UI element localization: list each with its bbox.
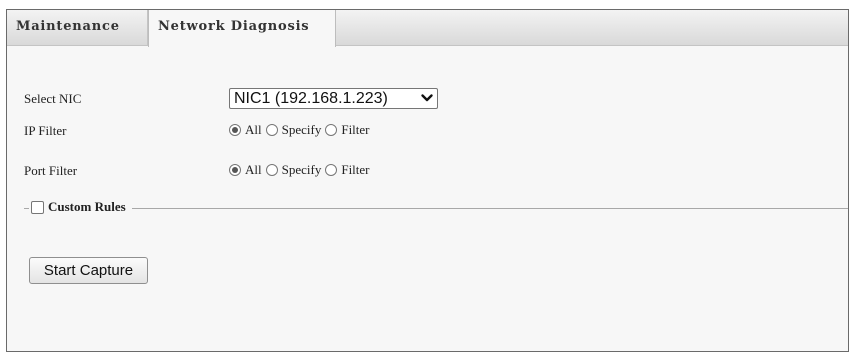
start-capture-button[interactable]: Start Capture	[29, 257, 148, 284]
ip-filter-filter-radio[interactable]	[325, 124, 338, 136]
ip-filter-label: IP Filter	[24, 123, 67, 138]
ip-filter-filter-label: Filter	[341, 122, 370, 137]
custom-rules-legend: Custom Rules	[29, 199, 132, 215]
tab-maintenance[interactable]: Maintenance	[7, 10, 148, 46]
network-diagnosis-panel: Maintenance Network Diagnosis Select NIC…	[6, 9, 849, 352]
tab-network-diagnosis[interactable]: Network Diagnosis	[148, 10, 336, 47]
tab-bar: Maintenance Network Diagnosis	[7, 10, 848, 47]
ip-filter-all-radio[interactable]	[229, 124, 241, 136]
custom-rules-divider	[24, 208, 848, 209]
port-filter-all-radio[interactable]	[229, 164, 241, 176]
port-filter-group: All Specify Filter	[229, 162, 374, 178]
nic-select-value: NIC1 (192.168.1.223)	[234, 90, 388, 107]
custom-rules-label: Custom Rules	[48, 199, 126, 214]
custom-rules-checkbox[interactable]	[31, 200, 44, 214]
ip-filter-group: All Specify Filter	[229, 122, 374, 138]
ip-filter-all-label: All	[245, 122, 262, 137]
port-filter-filter-label: Filter	[341, 162, 370, 177]
select-nic-label: Select NIC	[24, 91, 82, 106]
port-filter-all-label: All	[245, 162, 262, 177]
nic-select[interactable]: NIC1 (192.168.1.223)	[229, 88, 438, 109]
port-filter-specify-radio[interactable]	[265, 164, 278, 176]
ip-filter-specify-radio[interactable]	[265, 124, 278, 136]
port-filter-specify-label: Specify	[281, 162, 322, 177]
port-filter-label: Port Filter	[24, 163, 78, 178]
chevron-down-icon	[421, 94, 433, 102]
ip-filter-specify-label: Specify	[281, 122, 322, 137]
port-filter-filter-radio[interactable]	[325, 164, 338, 176]
